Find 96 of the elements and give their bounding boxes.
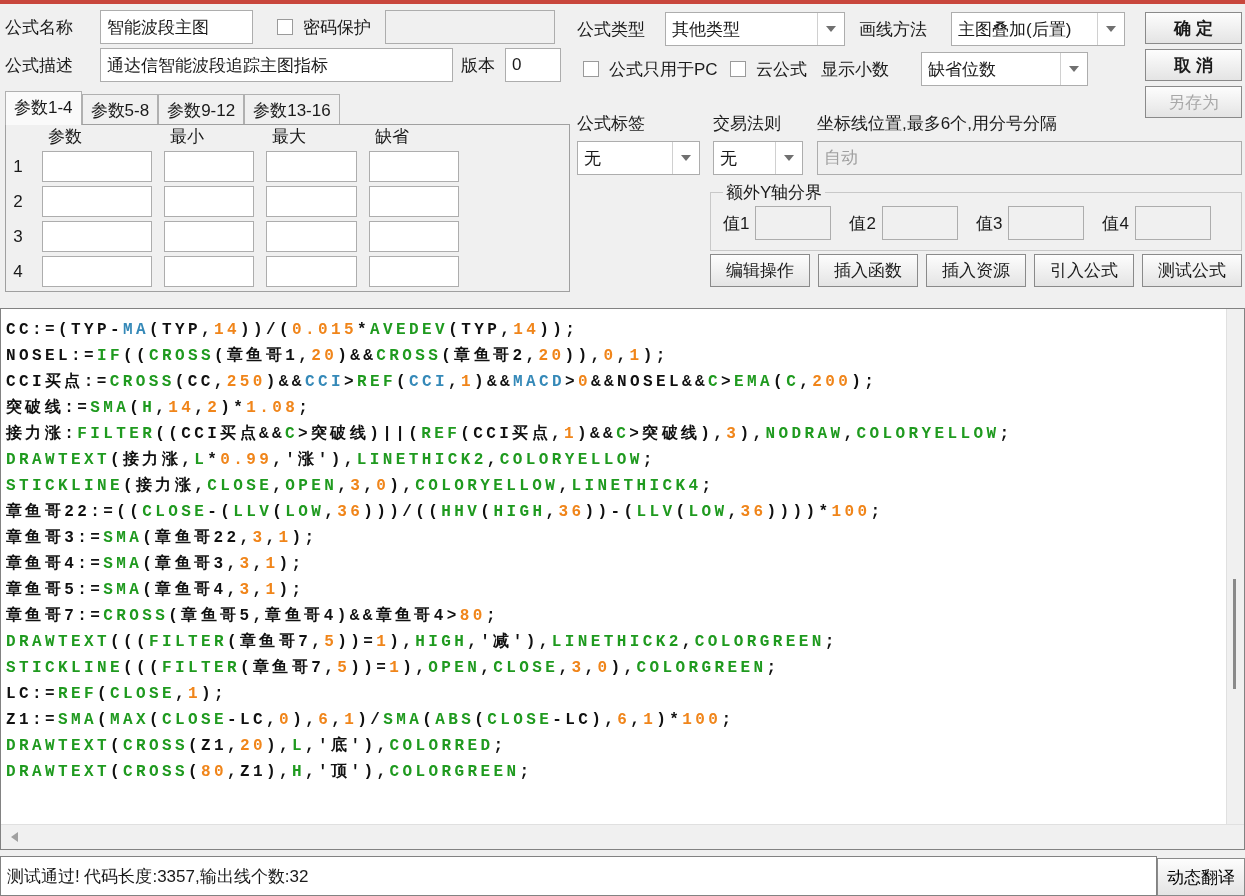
param-field[interactable] [164,221,254,252]
type-dropdown[interactable]: 其他类型 [665,12,845,46]
value-field[interactable] [881,206,958,240]
checkbox[interactable] [277,19,293,35]
action-button[interactable]: 引入公式 [1034,254,1134,287]
action-button[interactable]: 测试公式 [1142,254,1242,287]
status-message: 测试通过! 代码长度:3357,输出线个数:32 [0,856,1157,896]
code-line: NOSEL:=IF((CROSS(章鱼哥1,20)&&CROSS(章鱼哥2,20)),0,1); [6,345,670,367]
checkbox-label: 密码保护 [303,16,371,39]
row-number: 2 [12,191,24,212]
tab[interactable]: 参数5-8 [81,94,159,124]
code-line: DRAWTEXT(CROSS(80,Z1),H,'顶'),COLORGREEN; [6,762,534,783]
param-field[interactable] [266,221,357,252]
checkbox-label: 云公式 [755,58,807,81]
param-field[interactable] [164,151,254,182]
field-label: 交易法则 [713,113,782,135]
param-field[interactable] [42,151,152,182]
row-number: 1 [12,156,24,177]
code-line: 接力涨:FILTER((CCI买点&&C>突破线)||(REF(CCI买点,1)&&C>突破线),3),NODRAW,COLORYELLOW; [6,423,1014,445]
value-field[interactable] [1134,206,1211,240]
code-line: CCI买点:=CROSS(CC,250)&&CCI>REF(CCI,1)&&MACD>0&&NOSEL&&C>EMA(C,200); [6,371,879,393]
param-field[interactable] [266,256,357,287]
field-label: 公式名称 [5,16,74,39]
param-field[interactable] [266,151,357,182]
code-line: CC:=(TYP-MA(TYP,14))/(0.015*AVEDEV(TYP,14)); [6,320,580,341]
vertical-scrollbar[interactable] [1226,309,1244,824]
code-line: 章鱼哥4:=SMA(章鱼哥3,3,1); [6,553,306,575]
translate-button[interactable]: 动态翻译 [1157,858,1245,896]
name-field[interactable]: 智能波段主图 [100,10,253,44]
field-label: 坐标线位置,最多6个,用分号分隔 [817,113,1057,135]
tab[interactable]: 参数9-12 [158,94,245,124]
field-label: 公式类型 [577,18,646,41]
code-line: STICKLINE(接力涨,CLOSE,OPEN,3,0),COLORYELLOW,LINETHICK4; [6,475,716,497]
group-title: 额外Y轴分界 [725,182,824,204]
draw-method-dropdown[interactable]: 主图叠加(后置) [951,12,1125,46]
code-line: DRAWTEXT(CROSS(Z1,20),L,'底'),COLORRED; [6,735,508,757]
checkbox-label: 公式只用于PC [609,58,718,81]
code-line: DRAWTEXT(接力涨,L*0.99,'涨'),LINETHICK2,COLORYELLOW; [6,449,657,471]
dialog-button[interactable]: 取 消 [1145,49,1242,81]
description-field[interactable]: 通达信智能波段追踪主图指标 [100,48,453,82]
row-number: 3 [12,226,24,247]
param-field[interactable] [266,186,357,217]
code-line: 章鱼哥3:=SMA(章鱼哥22,3,1); [6,527,319,549]
checkbox[interactable] [729,61,746,77]
decimals-dropdown[interactable]: 缺省位数 [920,52,1088,86]
caret-icon [681,155,691,161]
field-label: 值3 [975,212,1003,235]
column-header: 参数 [47,127,83,147]
code-line: DRAWTEXT(((FILTER(章鱼哥7,5))=1),HIGH,'减'),LINETHICK2,COLORGREEN; [6,631,839,653]
field-label: 公式描述 [5,54,74,77]
column-header: 最大 [271,127,307,147]
tab[interactable]: 参数1-4 [5,91,82,125]
dialog-button[interactable]: 确 定 [1145,12,1242,44]
code-line: STICKLINE(((FILTER(章鱼哥7,5))=1),OPEN,CLOSE,3,0),COLORGREEN; [6,657,781,679]
action-button[interactable]: 插入资源 [926,254,1026,287]
code-line: Z1:=SMA(MAX(CLOSE-LC,0),6,1)/SMA(ABS(CLOSE-LC),6,1)*100; [6,710,736,731]
code-line: 章鱼哥7:=CROSS(章鱼哥5,章鱼哥4)&&章鱼哥4>80; [6,605,500,627]
column-header: 缺省 [374,127,410,147]
caret-icon [826,26,836,32]
code-line: 章鱼哥22:=((CLOSE-(LLV(LOW,36)))/((HHV(HIGH,36))-(LLV(LOW,36))))*100; [6,501,885,523]
caret-icon [1106,26,1116,32]
code-line: LC:=REF(CLOSE,1); [6,684,229,705]
checkbox[interactable] [583,61,599,77]
caret-icon [784,155,794,161]
tag-dropdown[interactable]: 无 [577,141,700,175]
param-field[interactable] [164,186,254,217]
field-label: 版本 [461,54,495,77]
caret-icon [1068,66,1079,72]
param-field[interactable] [369,256,459,287]
code-line: 章鱼哥5:=SMA(章鱼哥4,3,1); [6,579,306,601]
param-field[interactable] [369,221,459,252]
field-label: 公式标签 [577,113,646,135]
row-number: 4 [12,261,24,282]
code-line: 突破线:=SMA(H,14,2)*1.08; [6,397,313,419]
tab[interactable]: 参数13-16 [244,94,340,124]
horizontal-scrollbar[interactable] [1,824,1244,849]
param-field[interactable] [42,186,152,217]
scroll-left-icon[interactable] [11,832,18,842]
action-button[interactable]: 编辑操作 [710,254,810,287]
value-field[interactable] [755,206,832,240]
param-field[interactable] [42,221,152,252]
column-header: 最小 [169,127,205,147]
field-label: 显示小数 [820,58,890,81]
param-field[interactable] [164,256,254,287]
param-field[interactable] [369,186,459,217]
version-field[interactable]: 0 [505,48,561,82]
param-field[interactable] [369,151,459,182]
field-label: 值1 [723,212,750,235]
action-button[interactable]: 插入函数 [818,254,918,287]
trade-rule-dropdown[interactable]: 无 [713,141,803,175]
value-field[interactable] [1008,206,1085,240]
code-editor[interactable] [0,308,1245,850]
param-field[interactable] [42,256,152,287]
field-label: 画线方法 [859,18,928,41]
field-label: 值4 [1102,212,1129,235]
field-label: 值2 [849,212,876,235]
